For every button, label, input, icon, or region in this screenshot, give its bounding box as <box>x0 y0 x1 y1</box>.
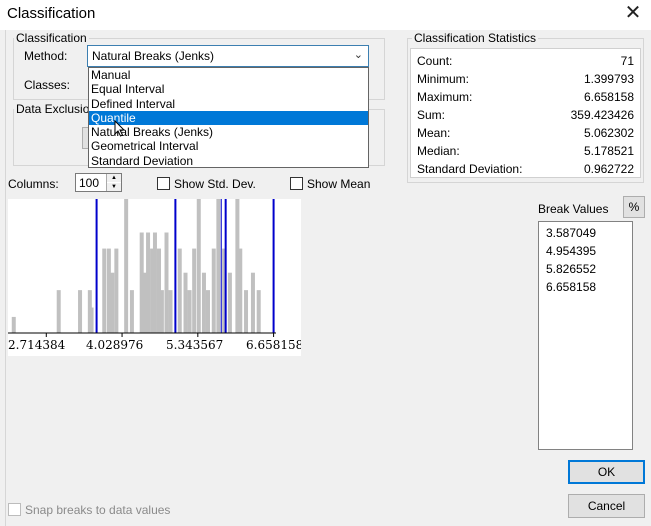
histogram-bar <box>114 248 119 333</box>
histogram-bar <box>196 199 201 333</box>
stat-label: Sum: <box>417 108 446 122</box>
break-value[interactable]: 3.587049 <box>546 226 596 240</box>
method-option[interactable]: Natural Breaks (Jenks) <box>89 125 368 139</box>
snap-breaks-checkbox[interactable] <box>8 503 21 516</box>
method-option-highlighted[interactable]: Quantile <box>89 110 368 126</box>
method-option[interactable]: Manual <box>89 68 368 82</box>
stat-label: Mean: <box>417 126 451 140</box>
x-axis-ticks <box>45 333 275 337</box>
window-title: Classification <box>7 5 96 22</box>
histogram-bar <box>183 272 188 333</box>
spin-up-icon[interactable]: ▲ <box>107 174 121 182</box>
break-value[interactable]: 5.826552 <box>546 262 596 276</box>
tick-label: 6.658158 <box>246 338 301 352</box>
show-mean-checkbox[interactable] <box>290 177 303 190</box>
histogram-bar <box>11 316 16 333</box>
statistics-group-title: Classification Statistics <box>412 31 539 45</box>
snap-breaks-label: Snap breaks to data values <box>25 503 171 517</box>
histogram-bar <box>256 290 261 333</box>
method-select[interactable]: Natural Breaks (Jenks) ⌄ <box>87 45 369 67</box>
title-bar: Classification ✕ <box>0 0 651 30</box>
histogram-bar <box>78 290 83 333</box>
percent-button[interactable]: % <box>623 196 645 218</box>
method-dropdown-list: Manual Equal Interval Defined Interval Q… <box>88 67 369 168</box>
histogram-bar <box>124 199 129 333</box>
mouse-cursor-icon <box>114 120 126 137</box>
stat-value: 5.062302 <box>583 126 634 140</box>
histogram-bar <box>152 232 157 333</box>
histogram-bar <box>250 272 255 333</box>
histogram-empty-area <box>301 199 525 356</box>
stat-label: Minimum: <box>417 72 470 86</box>
break-values-label: Break Values <box>538 202 609 216</box>
stat-value: 1.399793 <box>583 72 634 86</box>
show-std-dev-checkbox[interactable] <box>157 177 170 190</box>
tick-label: 2.714384 <box>8 338 66 352</box>
histogram-bars <box>11 199 261 333</box>
tick-label: 5.343567 <box>166 338 224 352</box>
histogram-bar <box>205 290 210 333</box>
histogram-bar <box>56 290 61 333</box>
stat-label: Median: <box>417 144 460 158</box>
break-value[interactable]: 4.954395 <box>546 244 596 258</box>
stat-label: Standard Deviation: <box>417 162 523 176</box>
columns-value[interactable]: 100 <box>79 176 99 190</box>
show-std-dev-label: Show Std. Dev. <box>174 177 256 191</box>
stat-label: Count: <box>417 54 453 68</box>
histogram-bar <box>129 290 134 333</box>
statistics-table: Count: 71 Minimum: 1.399793 Maximum: 6.6… <box>410 48 641 178</box>
method-label: Method: <box>24 49 68 63</box>
classification-group-title: Classification <box>14 31 89 45</box>
stat-value: 0.962722 <box>583 162 634 176</box>
histogram-bar <box>168 290 173 333</box>
histogram-bar <box>102 248 107 333</box>
histogram-panel[interactable] <box>8 199 301 356</box>
method-select-value: Natural Breaks (Jenks) <box>92 49 215 63</box>
histogram-bar <box>187 290 192 333</box>
histogram-bar <box>159 290 164 333</box>
histogram-bar <box>211 248 216 333</box>
histogram-bar <box>216 199 221 333</box>
histogram-bar <box>142 272 147 333</box>
data-exclusion-label: Data Exclusion <box>14 102 99 116</box>
histogram-bar <box>227 272 232 333</box>
histogram-bar <box>164 232 169 333</box>
spinner-buttons: ▲ ▼ <box>106 174 121 191</box>
stat-value: 71 <box>620 54 634 68</box>
histogram-bar <box>89 307 94 333</box>
close-icon[interactable]: ✕ <box>621 2 645 26</box>
histogram-bar <box>177 248 182 333</box>
method-option[interactable]: Geometrical Interval <box>89 139 368 153</box>
histogram-bar <box>110 272 115 333</box>
columns-spinner[interactable]: 100 ▲ ▼ <box>75 173 122 192</box>
chevron-down-icon[interactable]: ⌄ <box>354 48 363 61</box>
method-option[interactable]: Equal Interval <box>89 82 368 96</box>
method-option[interactable]: Standard Deviation <box>89 154 368 168</box>
classes-label: Classes: <box>24 78 71 92</box>
histogram-bar <box>201 272 206 333</box>
histogram-bar <box>106 248 111 333</box>
histogram-bar <box>192 248 197 333</box>
spin-down-icon[interactable]: ▼ <box>107 183 121 191</box>
background-window-edge <box>0 30 6 526</box>
stat-label: Maximum: <box>417 90 473 104</box>
histogram-bar <box>238 248 243 333</box>
cancel-button[interactable]: Cancel <box>568 494 645 518</box>
show-mean-label: Show Mean <box>307 177 371 191</box>
stat-value: 6.658158 <box>583 90 634 104</box>
method-option[interactable]: Defined Interval <box>89 97 368 111</box>
break-values-list[interactable]: 3.587049 4.954395 5.826552 6.658158 <box>538 221 633 450</box>
histogram-bar <box>244 290 249 333</box>
histogram-bar <box>146 232 151 333</box>
break-value[interactable]: 6.658158 <box>546 280 596 294</box>
histogram-chart <box>8 199 276 337</box>
ok-button[interactable]: OK <box>568 460 645 484</box>
columns-label: Columns: <box>8 177 59 191</box>
stat-value: 5.178521 <box>583 144 634 158</box>
tick-label: 4.028976 <box>86 338 144 352</box>
stat-value: 359.423426 <box>570 108 634 122</box>
